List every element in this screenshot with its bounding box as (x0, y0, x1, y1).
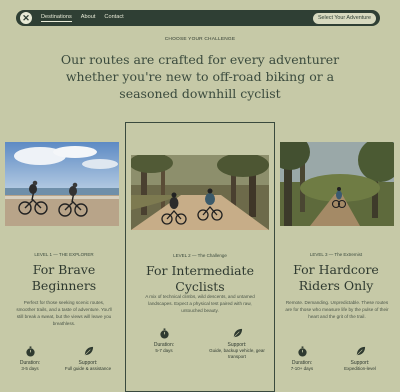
leaf-icon (84, 346, 93, 356)
card-description: A mix of technical climbs, wild descents… (145, 294, 255, 313)
stopwatch-icon (25, 346, 35, 357)
support-value: Full guide & assistance (64, 366, 112, 371)
duration-value: 5-7 days (155, 348, 173, 353)
duration-info: Duration: 7-10+ days (274, 346, 330, 372)
card-description: Perfect for those seeking scenic routes,… (16, 300, 112, 326)
stopwatch-icon (297, 346, 307, 357)
leaf-icon (356, 346, 365, 356)
card-description: Remote. Demanding. Unpredictable. These … (285, 300, 389, 319)
card-title: For Hardcore Riders Only (293, 262, 379, 293)
level-card-challenge[interactable]: LEVEL 2 — The Challenge For Intermediate… (125, 122, 275, 392)
top-nav: ✕ Destinations About Contact Select Your… (16, 10, 380, 26)
nav-link-about[interactable]: About (81, 14, 96, 22)
support-info: Support: Guide, backup vehicle, gear tra… (206, 328, 268, 360)
level-card-explorer[interactable]: LEVEL 1 — THE EXPLORER For Brave Beginne… (0, 122, 128, 392)
card-title: For Brave Beginners (31, 262, 97, 293)
section-eyebrow: CHOOSE YOUR CHALLENGE (164, 37, 236, 42)
photo-beach-riders (5, 142, 119, 226)
leaf-icon (233, 328, 242, 338)
photo-woodland-rider (280, 142, 394, 226)
duration-info: Duration: 3-5 days (2, 346, 58, 372)
duration-info: Duration: 5-7 days (136, 328, 192, 354)
level-label: LEVEL 3 — The Extremist (309, 252, 363, 257)
support-value: Expedition-level (344, 366, 376, 371)
logo-icon[interactable]: ✕ (20, 12, 32, 24)
support-value: Guide, backup vehicle, gear transport (209, 348, 265, 359)
select-adventure-button[interactable]: Select Your Adventure (312, 12, 376, 24)
photo-forest-riders (131, 155, 269, 230)
section-headline: Our routes are crafted for every adventu… (60, 52, 340, 101)
support-info: Support: Expedition-level (332, 346, 388, 372)
stopwatch-icon (159, 328, 169, 339)
level-label: LEVEL 2 — The Challenge (173, 253, 227, 258)
nav-link-destinations[interactable]: Destinations (41, 14, 72, 22)
support-info: Support: Full guide & assistance (60, 346, 116, 372)
nav-link-contact[interactable]: Contact (104, 14, 123, 22)
duration-value: 7-10+ days (290, 366, 314, 371)
card-title: For Intermediate Cyclists (146, 263, 254, 294)
level-label: LEVEL 1 — THE EXPLORER (34, 252, 94, 257)
level-card-extremist[interactable]: LEVEL 3 — The Extremist For Hardcore Rid… (272, 122, 400, 392)
duration-value: 3-5 days (21, 366, 39, 371)
nav-links: Destinations About Contact (41, 14, 124, 22)
